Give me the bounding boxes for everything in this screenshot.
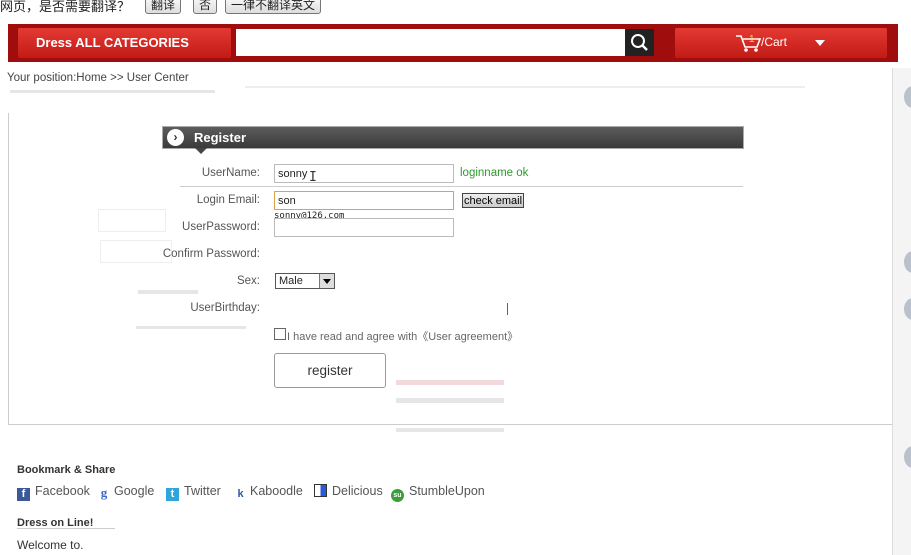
register-button[interactable]: register	[274, 353, 386, 388]
twitter-icon: t	[166, 488, 179, 501]
translate-button[interactable]: 翻译	[145, 0, 182, 14]
facebook-icon: f	[17, 488, 30, 501]
share-kaboodle[interactable]: k Kaboodle	[236, 484, 302, 501]
share-facebook[interactable]: f Facebook	[17, 484, 90, 501]
google-icon: g	[100, 485, 108, 500]
password-label: UserPassword:	[182, 221, 260, 233]
never-translate-button[interactable]: 一律不翻译英文	[225, 0, 322, 14]
side-chat-panel[interactable]	[892, 68, 911, 555]
username-label: UserName:	[201, 167, 260, 179]
sex-select-value: Male	[279, 275, 303, 287]
sex-label: Sex:	[236, 275, 260, 287]
avatar[interactable]	[904, 86, 911, 108]
register-title: Register	[194, 130, 247, 145]
faded-artifact	[396, 428, 504, 432]
avatar[interactable]	[904, 446, 911, 468]
dropdown-arrow-icon[interactable]	[319, 274, 334, 288]
all-categories-button[interactable]: Dress ALL CATEGORIES	[18, 28, 231, 58]
chevron-right-icon: ›	[167, 129, 184, 146]
form-divider	[180, 186, 743, 187]
avatar[interactable]	[904, 298, 911, 320]
check-email-button[interactable]: check email	[462, 193, 524, 208]
text-cursor-icon: I	[309, 170, 317, 185]
search-button[interactable]	[625, 29, 654, 56]
share-stumbleupon[interactable]: su StumbleUpon	[391, 484, 485, 502]
avatar[interactable]	[904, 251, 911, 273]
cart-icon	[736, 35, 761, 52]
cart-label: /Cart	[761, 35, 788, 49]
register-panel	[8, 113, 893, 425]
share-google[interactable]: g Google	[99, 484, 155, 500]
caret-mark	[507, 303, 508, 315]
search-icon	[631, 34, 648, 51]
share-twitter[interactable]: t Twitter	[166, 484, 221, 501]
bookmark-title: Bookmark & Share	[17, 464, 116, 476]
share-delicious[interactable]: Delicious	[314, 484, 383, 498]
email-label: Login Email:	[196, 194, 260, 206]
title-pointer	[195, 148, 207, 154]
welcome-text: Welcome to.	[17, 538, 84, 552]
top-header: Dress ALL CATEGORIES 1 /Cart	[8, 24, 898, 62]
faded-artifact	[10, 90, 215, 93]
chevron-down-icon[interactable]	[815, 40, 825, 46]
cart-count: 1	[749, 34, 755, 45]
email-input[interactable]	[274, 191, 454, 210]
delicious-icon	[314, 484, 327, 497]
agreement-checkbox[interactable]	[274, 328, 286, 340]
confirm-password-label: Confirm Password:	[162, 248, 260, 260]
password-input[interactable]	[274, 218, 454, 237]
breadcrumb: Your position:Home >> User Center	[7, 72, 189, 84]
register-title-bar: › Register	[162, 126, 744, 149]
username-input[interactable]	[274, 164, 454, 183]
footer-divider	[17, 528, 115, 529]
username-status: loginname ok	[460, 167, 529, 179]
cart-button[interactable]: 1 /Cart	[675, 28, 887, 58]
stumbleupon-icon: su	[391, 489, 404, 502]
translate-prompt: 网页，是否需要翻译？	[0, 0, 131, 15]
no-translate-button[interactable]: 否	[193, 0, 218, 14]
search-input[interactable]	[236, 29, 625, 56]
translate-bar: 网页，是否需要翻译？ 翻译 否 一律不翻译英文	[0, 0, 911, 17]
sex-select[interactable]: Male	[275, 273, 335, 289]
birthday-label: UserBirthday:	[190, 302, 260, 314]
agreement-text[interactable]: I have read and agree with《User agreemen…	[287, 328, 518, 344]
kaboodle-icon: k	[237, 488, 244, 500]
faded-artifact	[245, 86, 805, 88]
